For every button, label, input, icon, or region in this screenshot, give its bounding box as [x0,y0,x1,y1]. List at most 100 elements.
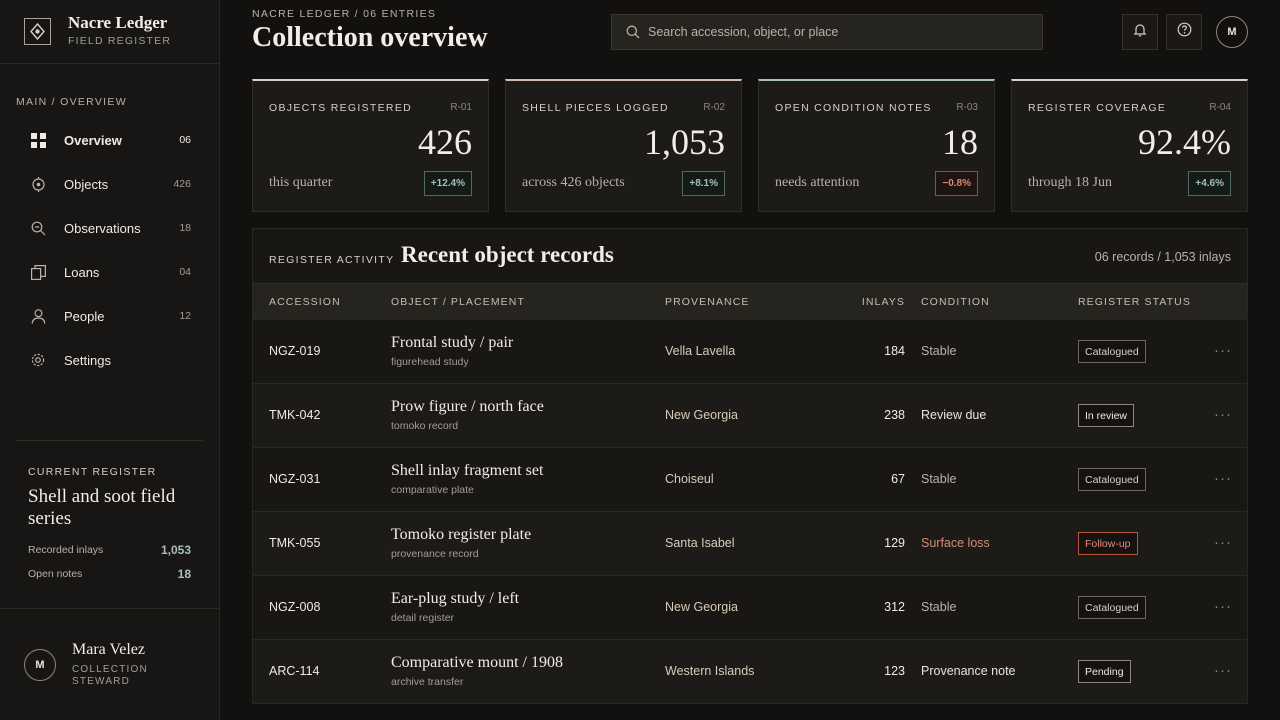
sidebar-item-count: 06 [179,134,191,146]
cell-placement: detail register [391,612,455,624]
avatar: M [24,649,56,681]
cell-condition: Provenance note [921,664,1016,678]
stat-card-note: needs attention [775,175,860,190]
sidebar-item-people[interactable]: People 12 [16,294,204,338]
stat-card-note: this quarter [269,175,333,190]
sidebar-item-loans[interactable]: Loans 04 [16,250,204,294]
cell-condition: Stable [921,600,957,614]
sidebar-item-count: 12 [179,310,191,322]
cell-placement: tomoko record [391,420,459,432]
sidebar-item-label: Objects [64,176,109,192]
cell-object: Shell inlay fragment set [391,462,544,479]
sidebar-item-settings[interactable]: Settings [16,338,204,382]
bell-icon [1133,23,1147,42]
sidebar-item-count: 18 [179,222,191,234]
sidebar-divider [16,440,203,441]
table-row[interactable]: ARC-114 Comparative mount / 1908 archive… [253,639,1247,703]
breadcrumb: NACRE LEDGER / 06 ENTRIES [252,8,437,20]
cell-accession: ARC-114 [269,664,320,678]
status-badge: Follow-up [1078,532,1138,555]
account-avatar-button[interactable]: M [1216,16,1248,48]
cell-condition: Surface loss [921,536,990,550]
sidebar-item-label: People [64,308,105,324]
page-title: Collection overview [252,22,488,53]
more-actions-icon[interactable]: ··· [1213,404,1233,424]
sidebar-nav: Overview 06 Objects 426 Observations 18 … [16,118,204,382]
column-header-provenance[interactable]: PROVENANCE [665,296,750,308]
search-input[interactable] [648,25,1028,39]
search-bar[interactable] [611,14,1043,50]
target-icon [29,175,47,193]
table-row[interactable]: TMK-055 Tomoko register plate provenance… [253,511,1247,575]
stat-card-shell-pieces[interactable]: SHELL PIECES LOGGED R-02 1,053 across 42… [505,79,742,212]
stat-card-code: R-04 [1209,102,1231,113]
stat-card-condition-notes[interactable]: OPEN CONDITION NOTES R-03 18 needs atten… [758,79,995,212]
cell-placement: comparative plate [391,484,474,496]
person-icon [29,307,47,325]
register-activity-panel: REGISTER ACTIVITY Recent object records … [252,228,1248,704]
sidebar-item-count: 426 [173,178,191,190]
more-actions-icon[interactable]: ··· [1213,532,1233,552]
notifications-button[interactable] [1122,14,1158,50]
brand-name: Nacre Ledger [68,13,168,32]
sidebar-item-label: Loans [64,264,100,280]
panel-eyebrow: REGISTER ACTIVITY [269,254,395,266]
cell-inlays: 184 [884,344,905,358]
cell-object: Prow figure / north face [391,398,544,415]
help-button[interactable] [1166,14,1202,50]
stat-card-delta: −0.8% [935,171,978,196]
sidebar-item-overview[interactable]: Overview 06 [16,118,204,162]
status-badge: Catalogued [1078,468,1146,491]
cell-object: Ear-plug study / left [391,590,520,607]
table-row[interactable]: TMK-042 Prow figure / north face tomoko … [253,383,1247,447]
stat-card-code: R-03 [956,102,978,113]
more-actions-icon[interactable]: ··· [1213,660,1233,680]
user-profile[interactable]: M Mara Velez COLLECTION STEWARD [0,608,219,720]
stat-card-note: through 18 Jun [1028,175,1112,190]
column-header-accession[interactable]: ACCESSION [269,296,341,308]
stat-card-coverage[interactable]: REGISTER COVERAGE R-04 92.4% through 18 … [1011,79,1248,212]
current-register-title: Shell and soot field series [28,486,176,529]
table-row[interactable]: NGZ-031 Shell inlay fragment set compara… [253,447,1247,511]
column-header-status[interactable]: REGISTER STATUS [1078,296,1191,308]
cell-inlays: 312 [884,600,905,614]
sidebar-item-label: Settings [64,352,111,368]
panel-title: Recent object records [401,242,614,267]
column-header-inlays[interactable]: INLAYS [862,296,905,308]
table-row[interactable]: NGZ-019 Frontal study / pair figurehead … [253,319,1247,383]
table-header: ACCESSION OBJECT / PLACEMENT PROVENANCE … [253,283,1247,319]
sidebar-item-observations[interactable]: Observations 18 [16,206,204,250]
register-stat-value: 18 [177,567,191,581]
cell-accession: NGZ-031 [269,472,321,486]
status-badge: In review [1078,404,1135,427]
register-stat-notes: Open notes 18 [28,567,191,581]
cell-provenance: Western Islands [665,664,755,678]
cell-object: Comparative mount / 1908 [391,654,563,671]
cell-inlays: 238 [884,408,905,422]
stat-card-delta: +8.1% [682,171,725,196]
cell-provenance: New Georgia [665,408,738,422]
more-actions-icon[interactable]: ··· [1213,596,1233,616]
stat-card-value: 18 [942,122,978,162]
search-icon [626,25,640,39]
stat-card-objects[interactable]: OBJECTS REGISTERED R-01 426 this quarter… [252,79,489,212]
status-badge: Pending [1078,660,1131,683]
grid-icon [29,131,47,149]
sidebar-item-label: Observations [64,220,141,236]
brand[interactable]: Nacre Ledger FIELD REGISTER [0,0,219,64]
sidebar-item-count: 04 [179,266,191,278]
cell-condition: Review due [921,408,987,422]
sidebar-item-objects[interactable]: Objects 426 [16,162,204,206]
more-actions-icon[interactable]: ··· [1213,340,1233,360]
more-actions-icon[interactable]: ··· [1213,468,1233,488]
brand-logo-icon [24,18,51,45]
stat-card-value: 92.4% [1138,122,1231,162]
status-badge: Catalogued [1078,340,1146,363]
column-header-condition[interactable]: CONDITION [921,296,990,308]
register-stat-label: Open notes [28,568,83,580]
help-icon [1177,22,1192,42]
cell-inlays: 67 [891,472,905,486]
column-header-object[interactable]: OBJECT / PLACEMENT [391,296,525,308]
stat-card-delta: +12.4% [423,171,472,196]
table-row[interactable]: NGZ-008 Ear-plug study / left detail reg… [253,575,1247,639]
